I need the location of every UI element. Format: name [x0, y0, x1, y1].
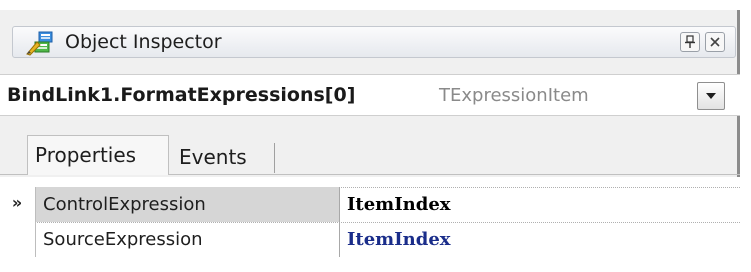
row-marker — [0, 222, 34, 257]
tab-events[interactable]: Events — [172, 143, 275, 173]
property-value[interactable]: ItemIndex — [347, 222, 451, 257]
column-divider[interactable] — [339, 222, 340, 257]
property-name[interactable]: ControlExpression — [35, 187, 339, 222]
object-selector-dropdown-button[interactable] — [697, 82, 725, 110]
close-button[interactable] — [705, 32, 725, 52]
property-name[interactable]: SourceExpression — [35, 222, 339, 257]
pin-button[interactable] — [680, 32, 700, 52]
property-value[interactable]: ItemIndex — [347, 187, 451, 222]
property-row-control-expression[interactable]: » ControlExpression ItemIndex — [0, 187, 740, 222]
object-inspector-icon — [25, 30, 55, 56]
window-title: Object Inspector — [65, 31, 222, 53]
property-grid: » ControlExpression ItemIndex SourceExpr… — [0, 177, 740, 272]
property-row-source-expression[interactable]: SourceExpression ItemIndex — [0, 222, 740, 257]
close-icon — [710, 37, 720, 47]
selected-object-type: TExpressionItem — [439, 85, 589, 106]
tab-properties[interactable]: Properties — [27, 135, 169, 175]
inspector-tabs: Properties Events — [0, 133, 740, 177]
object-inspector-window: Object Inspector BindLink1.FormatExpress… — [0, 10, 740, 272]
chevron-down-icon — [706, 93, 716, 99]
object-selector[interactable]: BindLink1.FormatExpressions[0] TExpressi… — [0, 74, 740, 116]
selected-object-name: BindLink1.FormatExpressions[0] — [7, 84, 356, 106]
pin-icon — [685, 35, 695, 48]
column-divider[interactable] — [339, 187, 340, 222]
current-row-marker: » — [11, 193, 23, 212]
title-bar[interactable]: Object Inspector — [12, 26, 736, 58]
